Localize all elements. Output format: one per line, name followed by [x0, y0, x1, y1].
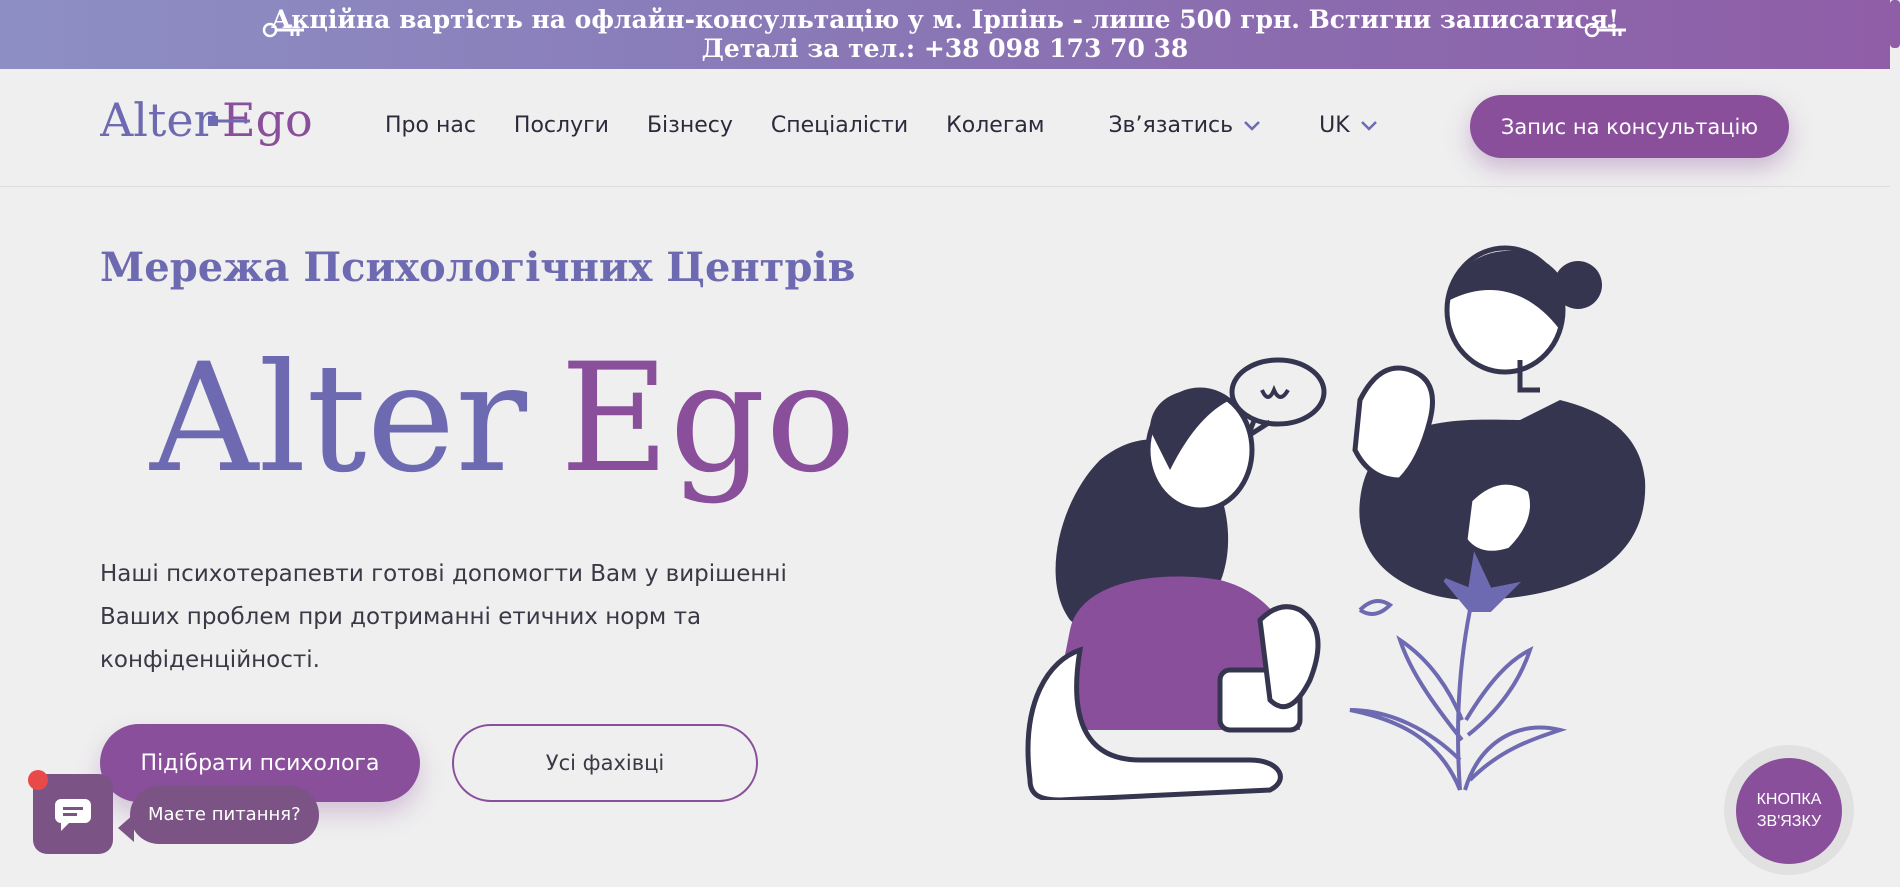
site-header: Alter Ego Про нас Послуги Бізнесу Спеціа…	[0, 69, 1890, 187]
book-consultation-button[interactable]: Запис на консультацію	[1470, 95, 1789, 158]
hero-brand-title: Alter Ego	[149, 332, 856, 506]
all-specialists-button[interactable]: Усі фахівці	[452, 724, 758, 802]
logo[interactable]: Alter Ego	[100, 94, 330, 158]
brand-word-ego: Ego	[560, 332, 856, 506]
callback-line-1: КНОПКА	[1756, 791, 1822, 808]
main-nav: Про нас Послуги Бізнесу Спеціалісти Коле…	[385, 113, 1416, 138]
standing-woman-figure	[1352, 245, 1646, 600]
brand-word-alter: Alter	[149, 332, 527, 506]
chevron-down-icon	[1360, 120, 1377, 131]
language-selector[interactable]: UK	[1319, 113, 1378, 138]
chat-prompt-bubble[interactable]: Маєте питання?	[130, 786, 319, 844]
sitting-woman-figure	[1025, 387, 1321, 800]
language-label: UK	[1319, 113, 1350, 138]
nav-item-specialists[interactable]: Спеціалісти	[771, 113, 908, 138]
notification-dot	[28, 770, 48, 790]
scrollbar-thumb[interactable]	[1890, 0, 1900, 48]
nav-item-about[interactable]: Про нас	[385, 113, 476, 138]
nav-item-business[interactable]: Бізнесу	[647, 113, 733, 138]
nav-item-contact-dropdown[interactable]: Зв’язатись	[1108, 113, 1261, 138]
hero-subtitle: Мережа Психологічних Центрів	[100, 244, 856, 291]
nav-item-colleagues[interactable]: Колегам	[946, 113, 1044, 138]
callback-line-2: ЗВ'ЯЗКУ	[1756, 813, 1822, 830]
chevron-down-icon	[1244, 120, 1260, 131]
hero-description: Наші психотерапевти готові допомогти Вам…	[100, 561, 787, 673]
page: Акційна вартість на офлайн-консультацію …	[0, 0, 1900, 887]
chat-icon	[55, 798, 91, 831]
contact-label: Зв’язатись	[1108, 113, 1234, 138]
nav-item-services[interactable]: Послуги	[514, 113, 609, 138]
logo-text-alter: Alter	[100, 94, 216, 147]
hero-illustration	[1025, 245, 1646, 800]
promo-banner[interactable]: Акційна вартість на офлайн-консультацію …	[0, 0, 1890, 69]
callback-button[interactable]: КНОПКА ЗВ'ЯЗКУ	[1736, 758, 1842, 864]
key-icon	[1584, 22, 1626, 38]
